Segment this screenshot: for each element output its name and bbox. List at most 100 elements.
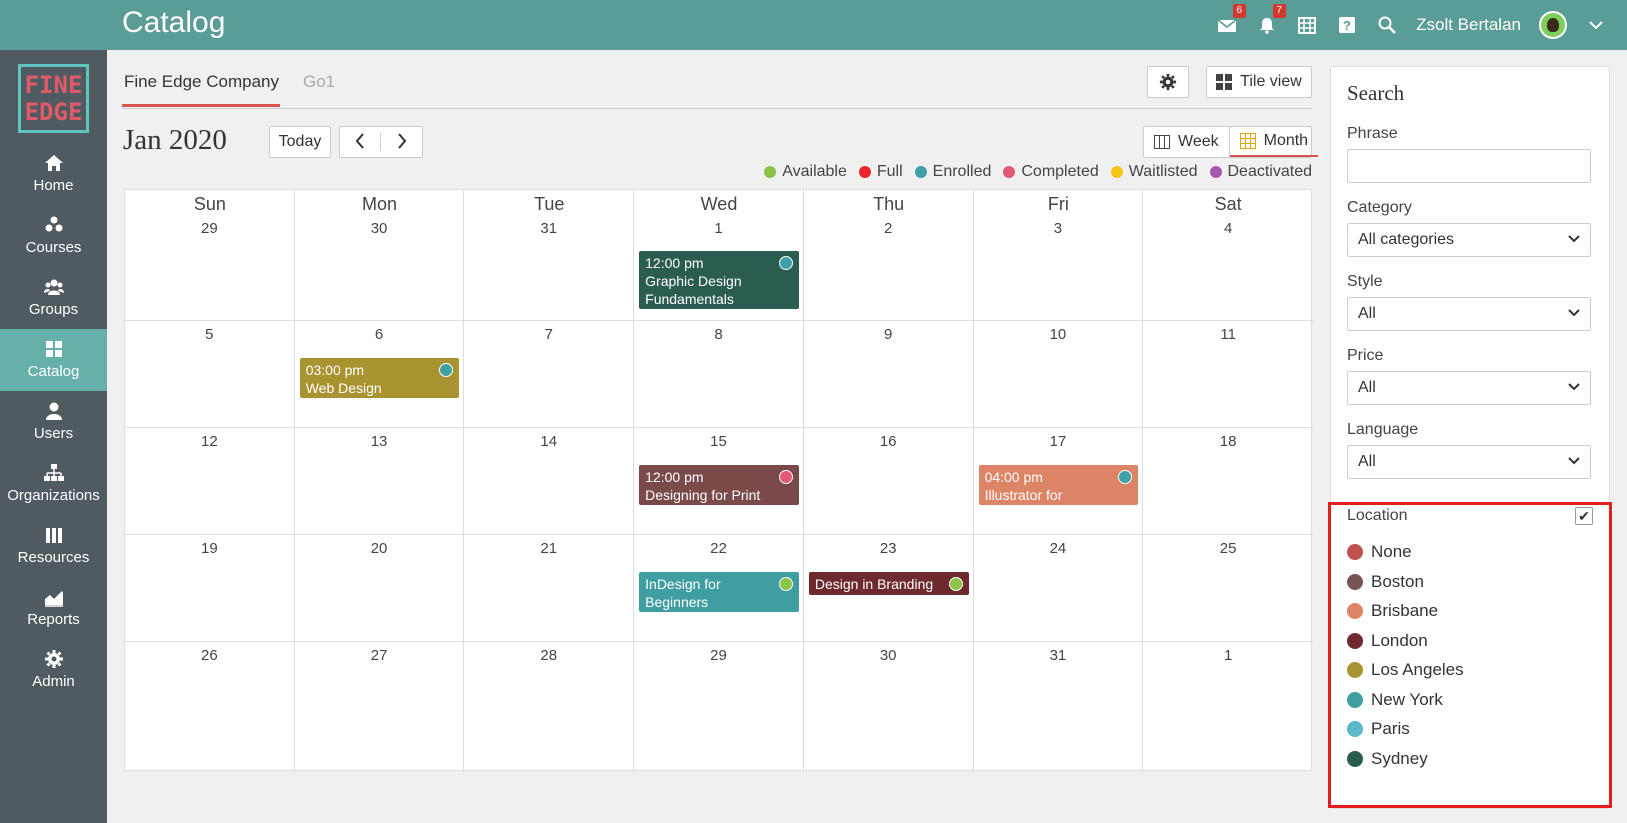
tile-view-button[interactable]: Tile view bbox=[1206, 66, 1312, 98]
calendar-day-cell[interactable]: 1 bbox=[1143, 642, 1313, 772]
calendar-day-cell[interactable]: 29 bbox=[634, 642, 804, 772]
event-title: Web Design bbox=[305, 380, 382, 396]
sidebar-item-users[interactable]: Users bbox=[0, 391, 107, 453]
style-value: All bbox=[1358, 305, 1376, 322]
calendar-day-cell[interactable]: 16 bbox=[803, 428, 974, 535]
status-legend: Available Full Enrolled Completed Waitlisted… bbox=[764, 163, 1312, 181]
resources-icon bbox=[45, 528, 62, 543]
calendar-event[interactable]: 03:00 pm Web Design bbox=[299, 358, 460, 398]
day-number: 3 bbox=[1053, 220, 1063, 237]
sidebar-item-label: Admin bbox=[32, 673, 75, 690]
price-value: All bbox=[1358, 379, 1376, 396]
calendar-day-cell[interactable]: 31 bbox=[464, 190, 635, 321]
sidebar-item-label: Organizations bbox=[7, 487, 100, 504]
calendar-day-cell[interactable]: 13 bbox=[294, 428, 465, 535]
calendar-day-cell[interactable]: 14 bbox=[464, 428, 635, 535]
calendar-event[interactable]: Design in Branding bbox=[808, 572, 969, 595]
calendar-day-cell[interactable]: 31 bbox=[974, 642, 1144, 772]
catalog-icon bbox=[45, 341, 62, 357]
calendar-day-cell[interactable]: 10 bbox=[973, 321, 1144, 428]
chevron-down-icon bbox=[1568, 306, 1580, 322]
fine-edge-logo[interactable]: FINE EDGE bbox=[18, 64, 89, 133]
sidebar-item-reports[interactable]: Reports bbox=[0, 577, 107, 639]
calendar-event[interactable]: 04:00 pm Illustrator for Beginners bbox=[978, 465, 1139, 521]
day-number: 30 bbox=[879, 647, 897, 664]
avatar[interactable] bbox=[1539, 11, 1567, 39]
settings-button[interactable] bbox=[1147, 66, 1189, 98]
next-month-button[interactable] bbox=[381, 133, 422, 151]
calendar-day-cell[interactable]: 27 bbox=[295, 642, 465, 772]
calendar-day-cell[interactable]: 25 bbox=[1143, 535, 1313, 642]
category-select[interactable]: All categories bbox=[1347, 223, 1591, 257]
svg-text:?: ? bbox=[1343, 18, 1351, 33]
day-number: 26 bbox=[201, 647, 218, 664]
prev-month-button[interactable] bbox=[340, 133, 382, 151]
tile-view-label: Tile view bbox=[1240, 73, 1302, 90]
calendar-day-cell[interactable]: 12 bbox=[125, 428, 295, 535]
event-title: Designing for Print bbox=[645, 487, 761, 503]
today-button[interactable]: Today bbox=[269, 126, 331, 158]
calendar-day-cell[interactable]: 9 bbox=[803, 321, 974, 428]
calendar-day-cell[interactable]: 26 bbox=[125, 642, 295, 772]
messages-icon[interactable]: 6 bbox=[1216, 4, 1247, 36]
week-view-button[interactable]: Week bbox=[1144, 127, 1230, 157]
month-view-icon bbox=[1239, 133, 1256, 149]
calendar-day-cell[interactable]: 2 bbox=[803, 190, 974, 321]
tab-go1[interactable]: Go1 bbox=[303, 72, 335, 92]
price-select[interactable]: All bbox=[1347, 371, 1591, 405]
calendar-day-cell[interactable]: 24 bbox=[973, 535, 1144, 642]
user-name[interactable]: Zsolt Bertalan bbox=[1416, 15, 1521, 35]
tile-view-icon bbox=[1216, 74, 1233, 90]
day-number: 20 bbox=[370, 540, 388, 557]
calendar-icon[interactable] bbox=[1296, 14, 1318, 36]
top-icons: 6 7 ? Zsolt Bertalan bbox=[1216, 0, 1607, 50]
language-select[interactable]: All bbox=[1347, 445, 1591, 479]
sidebar-item-resources[interactable]: Resources bbox=[0, 515, 107, 577]
chevron-right-icon bbox=[397, 133, 406, 149]
day-number: 13 bbox=[370, 433, 388, 450]
calendar-day-cell[interactable]: 30 bbox=[294, 190, 465, 321]
sidebar-item-organizations[interactable]: Organizations bbox=[0, 453, 107, 515]
calendar-day-cell[interactable]: 3 bbox=[973, 190, 1144, 321]
phrase-input[interactable] bbox=[1347, 149, 1591, 183]
style-select[interactable]: All bbox=[1347, 297, 1591, 331]
phrase-label: Phrase bbox=[1347, 125, 1398, 142]
calendar-event[interactable]: InDesign for Beginners bbox=[639, 572, 799, 612]
calendar-event[interactable]: 12:00 pm Graphic Design Fundamentals bbox=[639, 251, 799, 309]
sidebar-item-admin[interactable]: Admin bbox=[0, 639, 107, 701]
day-number: 30 bbox=[370, 220, 388, 237]
calendar-day-cell[interactable]: 4 bbox=[1143, 190, 1313, 321]
help-icon[interactable]: ? bbox=[1336, 14, 1358, 36]
calendar-day-cell[interactable]: 11 bbox=[1143, 321, 1313, 428]
calendar-day-cell[interactable]: 30 bbox=[804, 642, 974, 772]
sidebar-item-home[interactable]: Home bbox=[0, 143, 107, 205]
tab-fine-edge-company[interactable]: Fine Edge Company bbox=[124, 72, 279, 92]
legend-dot bbox=[1003, 166, 1016, 178]
day-number: 17 bbox=[1049, 433, 1067, 450]
calendar-day-cell[interactable]: 21 bbox=[464, 535, 635, 642]
calendar-day-cell[interactable]: 29 bbox=[125, 190, 295, 321]
search-icon[interactable] bbox=[1376, 14, 1398, 36]
sidebar-item-courses[interactable]: Courses bbox=[0, 205, 107, 267]
chevron-down-icon[interactable] bbox=[1585, 14, 1607, 36]
legend-item: Deactivated bbox=[1209, 163, 1312, 181]
calendar-day-cell[interactable]: 18 bbox=[1143, 428, 1313, 535]
legend-label: Completed bbox=[1021, 163, 1099, 180]
notifications-icon[interactable]: 7 bbox=[1256, 4, 1287, 36]
sidebar-item-catalog[interactable]: Catalog bbox=[0, 329, 107, 391]
calendar-day-cell[interactable]: 19 bbox=[125, 535, 295, 642]
sidebar-item-groups[interactable]: Groups bbox=[0, 267, 107, 329]
month-view-button[interactable]: Month bbox=[1229, 127, 1319, 157]
day-number: 10 bbox=[1049, 326, 1067, 343]
calendar-day-cell[interactable]: 20 bbox=[294, 535, 465, 642]
calendar-day-cell[interactable]: 5 bbox=[125, 321, 295, 428]
week-view-icon bbox=[1154, 135, 1170, 149]
month-title: Jan 2020 bbox=[123, 124, 227, 156]
view-switcher: Week Month bbox=[1143, 126, 1319, 158]
tab-divider bbox=[122, 108, 1312, 109]
calendar-day-cell[interactable]: 7 bbox=[464, 321, 635, 428]
calendar-day-cell[interactable]: 8 bbox=[634, 321, 804, 428]
calendar-event[interactable]: 12:00 pm Designing for Print bbox=[639, 465, 799, 505]
legend-item: Available bbox=[764, 163, 847, 181]
calendar-day-cell[interactable]: 28 bbox=[464, 642, 635, 772]
